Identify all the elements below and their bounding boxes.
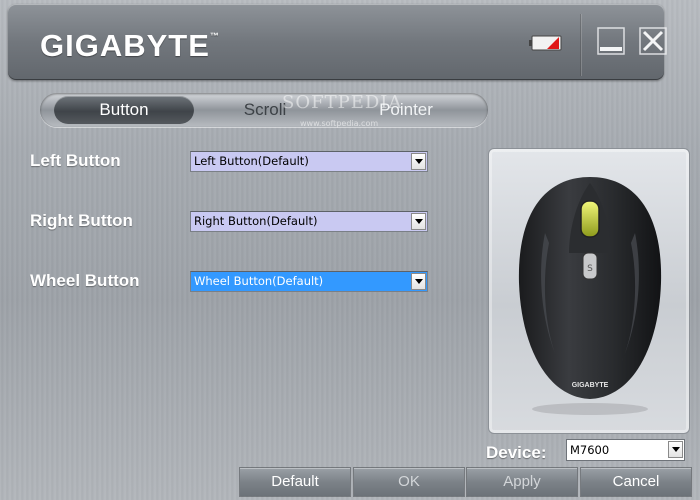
svg-text:S: S (587, 264, 593, 274)
apply-button[interactable]: Apply (467, 468, 577, 496)
cancel-button[interactable]: Cancel (581, 468, 691, 496)
chevron-down-icon[interactable] (411, 213, 426, 230)
device-value: M7600 (570, 443, 610, 457)
watermark-url: www.softpedia.com (300, 119, 379, 128)
device-label: Device: (486, 443, 547, 462)
left-button-select[interactable]: Left Button(Default) (190, 151, 428, 172)
mouse-preview-panel: S GIGABYTE (488, 148, 690, 434)
tab-bar: Button Scroll Pointer (40, 93, 488, 127)
device-select[interactable]: M7600 (566, 439, 685, 461)
minimize-icon[interactable] (596, 26, 626, 56)
ok-button[interactable]: OK (354, 468, 464, 496)
left-button-label: Left Button (30, 151, 121, 170)
right-button-select[interactable]: Right Button(Default) (190, 211, 428, 232)
default-button[interactable]: Default (240, 468, 350, 496)
mouse-brand-text: GIGABYTE (572, 382, 609, 389)
title-bar: GIGABYTE™ (8, 4, 667, 80)
mouse-image: S GIGABYTE (518, 177, 662, 415)
chevron-down-icon[interactable] (411, 273, 426, 290)
close-icon[interactable] (638, 26, 668, 56)
wheel-button-value: Wheel Button(Default) (194, 274, 324, 288)
right-button-value: Right Button(Default) (194, 214, 318, 228)
right-button-label: Right Button (30, 211, 133, 230)
tab-button[interactable]: Button (54, 96, 194, 124)
watermark: SOFTPEDIA (282, 92, 403, 113)
left-button-value: Left Button(Default) (194, 154, 309, 168)
wheel-button-label: Wheel Button (30, 271, 140, 290)
wheel-button-select[interactable]: Wheel Button(Default) (190, 271, 428, 292)
title-divider (580, 14, 582, 76)
chevron-down-icon[interactable] (411, 153, 426, 170)
gigabyte-logo: GIGABYTE™ (40, 28, 220, 63)
battery-low-icon (529, 35, 562, 51)
chevron-down-icon[interactable] (668, 441, 683, 458)
